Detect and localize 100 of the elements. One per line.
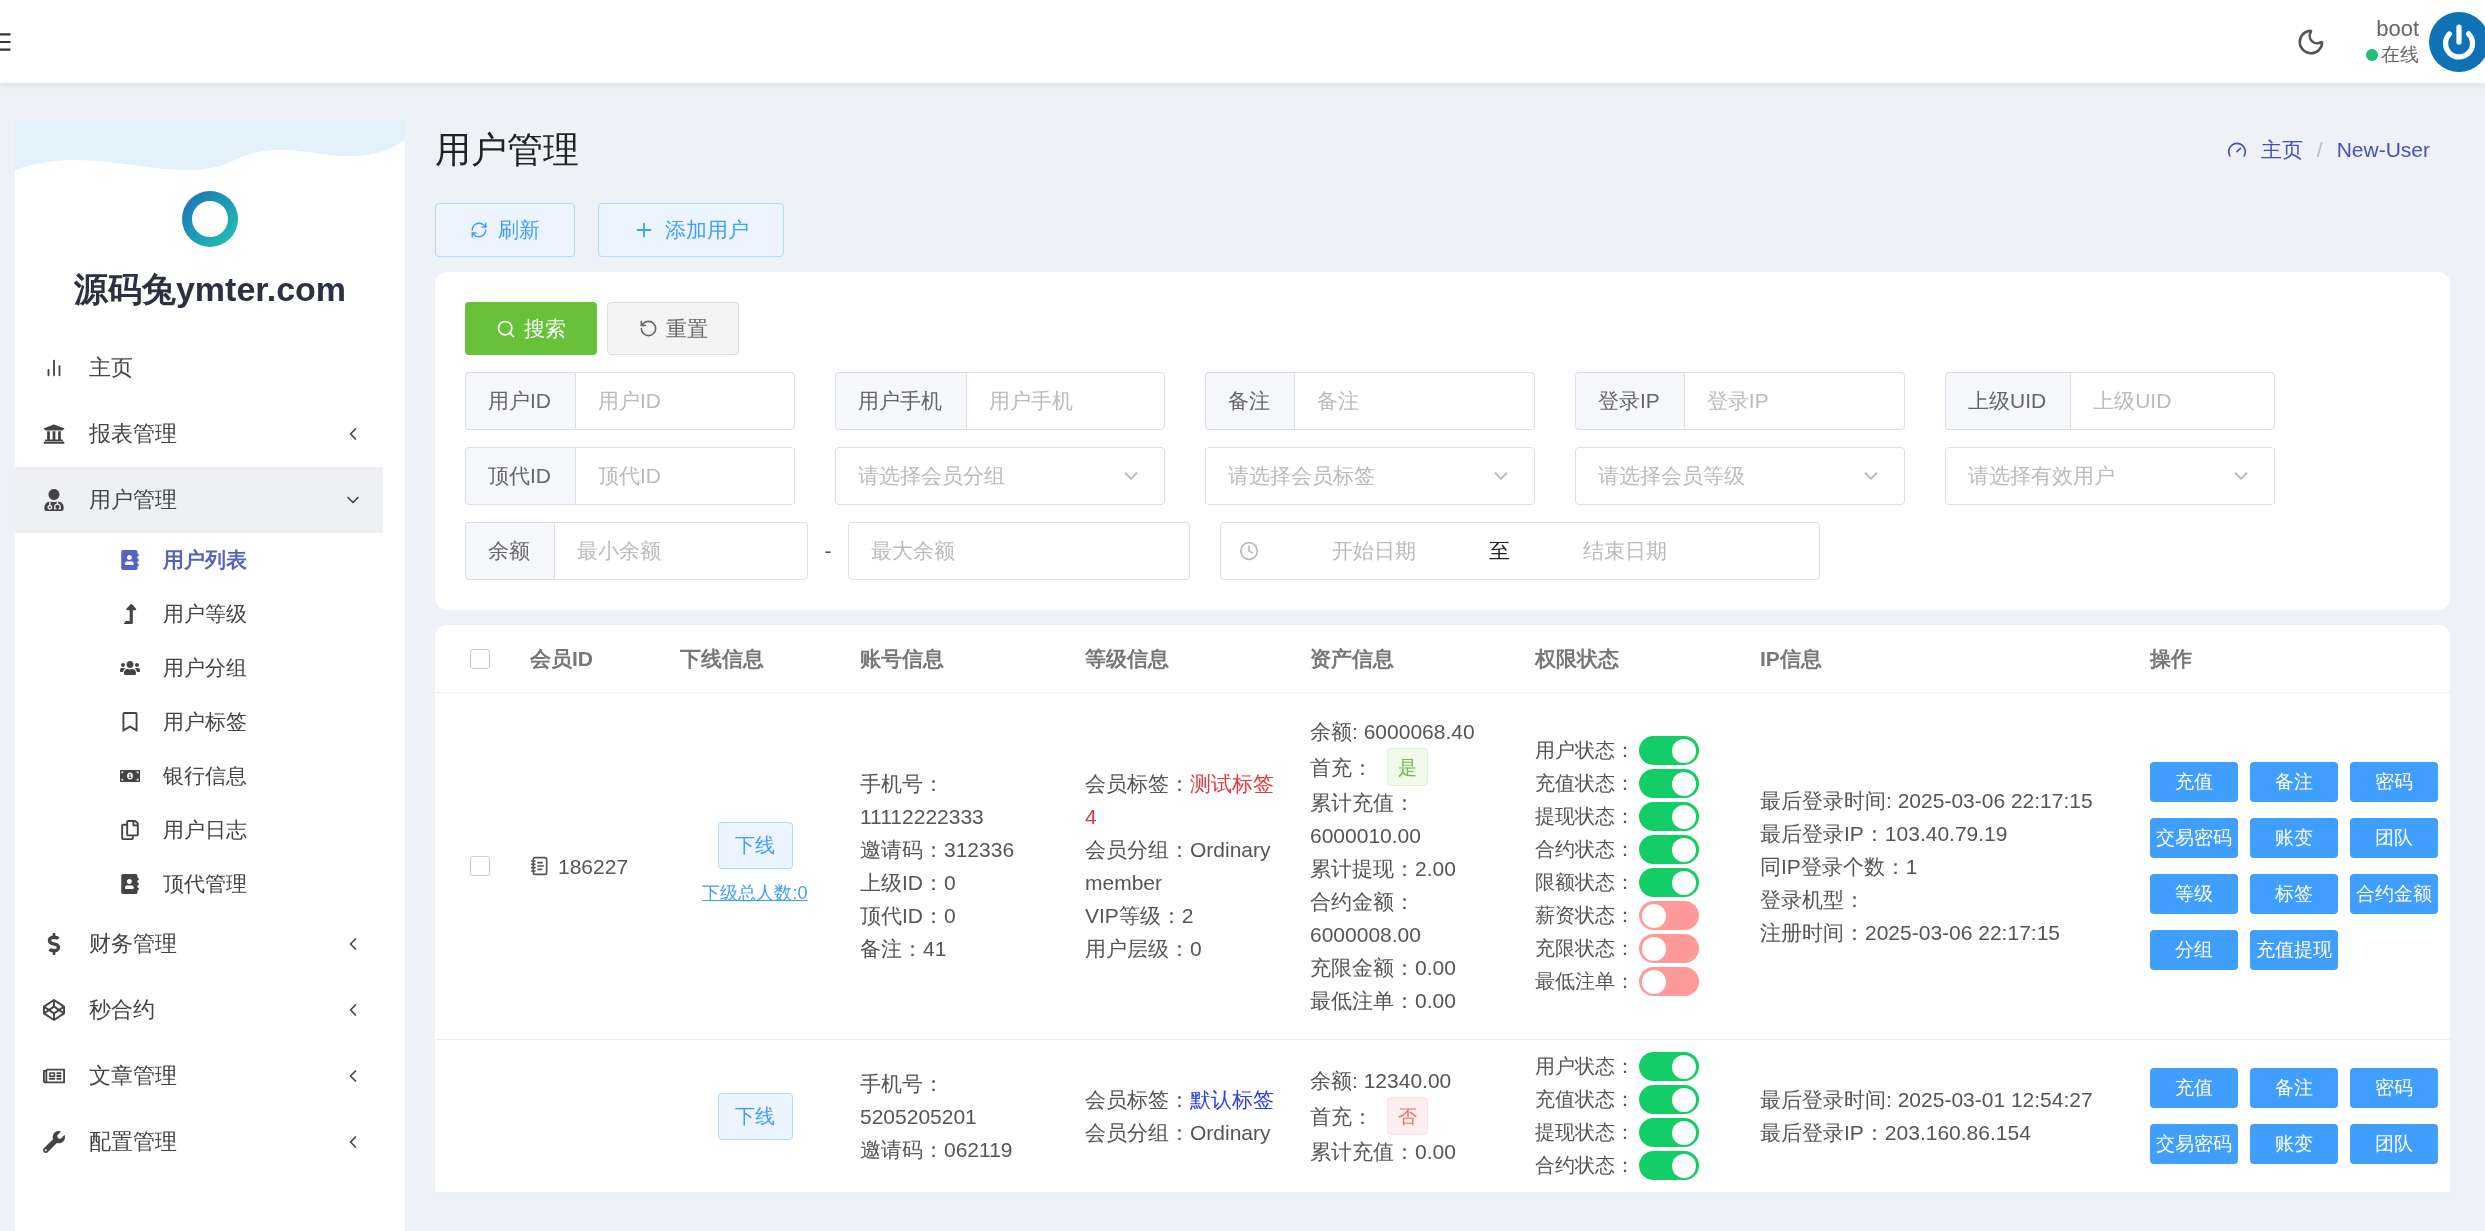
toggle-switch[interactable] bbox=[1639, 967, 1699, 996]
wrench-icon bbox=[43, 1131, 65, 1153]
select-field[interactable]: 请选择会员标签 bbox=[1205, 447, 1535, 505]
action-button[interactable]: 分组 bbox=[2150, 930, 2238, 970]
select-field[interactable]: 请选择有效用户 bbox=[1945, 447, 2275, 505]
action-button[interactable]: 密码 bbox=[2350, 1068, 2438, 1108]
member-tag-text: 会员标签：测试标签4 bbox=[1085, 771, 1275, 830]
search-button[interactable]: 搜索 bbox=[465, 302, 597, 355]
column-header: 会员ID bbox=[529, 645, 594, 672]
column-header: 下线信息 bbox=[679, 645, 765, 672]
downline-button[interactable]: 下线 bbox=[717, 822, 793, 869]
action-button[interactable]: 等级 bbox=[2150, 874, 2238, 914]
ip-info-text: 最后登录时间: 2025-03-01 12:54:27 bbox=[1760, 1087, 2094, 1113]
breadcrumb-link[interactable]: 主页 bbox=[2260, 136, 2303, 164]
action-button[interactable]: 团队 bbox=[2350, 818, 2438, 858]
toggle-switch[interactable] bbox=[1639, 1151, 1699, 1180]
page-title: 用户管理 bbox=[435, 127, 579, 172]
toggle-switch[interactable] bbox=[1639, 769, 1699, 798]
action-button[interactable]: 账变 bbox=[2250, 818, 2338, 858]
sidebar-subitem[interactable]: 用户标签 bbox=[15, 695, 405, 749]
action-button[interactable]: 备注 bbox=[2250, 762, 2338, 802]
input-field[interactable]: 最小余额 bbox=[554, 522, 808, 580]
field-label: 余额 bbox=[465, 522, 554, 580]
toggle-switch[interactable] bbox=[1639, 934, 1699, 963]
toggle-switch[interactable] bbox=[1639, 868, 1699, 897]
grade-info-text: VIP等级：2 bbox=[1085, 903, 1195, 929]
dashboard-icon bbox=[2226, 140, 2247, 160]
member-id: 186227 bbox=[558, 853, 629, 880]
action-button[interactable]: 交易密码 bbox=[2150, 818, 2238, 858]
ip-info-text: 最后登录IP：103.40.79.19 bbox=[1760, 820, 2009, 847]
online-dot-icon bbox=[2366, 48, 2378, 61]
ip-info-text: 登录机型： bbox=[1760, 886, 1866, 913]
input-field[interactable]: 登录IP bbox=[1683, 372, 1905, 430]
select-field[interactable]: 请选择会员等级 bbox=[1575, 447, 1905, 505]
action-button[interactable]: 充值 bbox=[2150, 1068, 2238, 1108]
date-range-field[interactable]: 开始日期 至 结束日期 bbox=[1220, 522, 1820, 580]
clock-icon bbox=[1239, 541, 1259, 561]
downline-count-link[interactable]: 下级总人数:0 bbox=[702, 877, 808, 910]
field-label: 备注 bbox=[1205, 372, 1294, 430]
action-button[interactable]: 交易密码 bbox=[2150, 1124, 2238, 1164]
action-button[interactable]: 标签 bbox=[2250, 874, 2338, 914]
user-icon bbox=[43, 489, 65, 511]
account-info-text: 手机号：5205205201 bbox=[860, 1070, 978, 1130]
input-field[interactable]: 顶代ID bbox=[575, 447, 795, 505]
first-charge-label: 首充： bbox=[1310, 1103, 1373, 1130]
refresh-icon bbox=[470, 221, 488, 239]
member-tag-text: 会员标签：默认标签 bbox=[1085, 1087, 1275, 1113]
toggle-switch[interactable] bbox=[1639, 1085, 1699, 1114]
ip-info-text: 注册时间：2025-03-06 22:17:15 bbox=[1760, 919, 2061, 946]
bank-icon bbox=[43, 423, 65, 445]
action-button[interactable]: 团队 bbox=[2350, 1124, 2438, 1164]
range-separator: - bbox=[823, 539, 833, 563]
bookmark-icon bbox=[120, 712, 140, 732]
toggle-switch[interactable] bbox=[1639, 736, 1699, 765]
input-field[interactable]: 上级UID bbox=[2070, 372, 2275, 430]
input-field[interactable]: 备注 bbox=[1294, 372, 1535, 430]
toggle-switch[interactable] bbox=[1639, 1052, 1699, 1081]
action-button[interactable]: 合约金额 bbox=[2350, 874, 2438, 914]
action-button[interactable]: 备注 bbox=[2250, 1068, 2338, 1108]
sidebar-subitem[interactable]: 用户等级 bbox=[15, 587, 405, 641]
asset-info-text: 最低注单：0.00 bbox=[1310, 988, 1457, 1014]
action-button[interactable]: 账变 bbox=[2250, 1124, 2338, 1164]
field-label: 顶代ID bbox=[465, 447, 575, 505]
toggle-switch[interactable] bbox=[1639, 835, 1699, 864]
toggle-switch[interactable] bbox=[1639, 1118, 1699, 1147]
breadcrumb-link[interactable]: New-User bbox=[2336, 138, 2430, 162]
add-button[interactable]: 添加用户 bbox=[598, 203, 784, 257]
asset-info-text: 累计提现：2.00 bbox=[1310, 856, 1457, 882]
contact-book-icon bbox=[120, 874, 140, 894]
users-icon bbox=[120, 658, 140, 678]
column-header: 操作 bbox=[2148, 645, 2193, 672]
checkbox[interactable] bbox=[470, 648, 490, 669]
sidebar-subitem[interactable]: 银行信息 bbox=[15, 749, 405, 803]
account-info-text: 邀请码：312336 bbox=[860, 837, 1016, 863]
asset-info-text: 累计充值：6000010.00 bbox=[1310, 790, 1422, 849]
input-field[interactable]: 最大余额 bbox=[848, 522, 1190, 580]
select-field[interactable]: 请选择会员分组 bbox=[835, 447, 1165, 505]
downline-button[interactable]: 下线 bbox=[717, 1092, 793, 1140]
action-button[interactable]: 密码 bbox=[2350, 762, 2438, 802]
input-field[interactable]: 用户手机 bbox=[966, 372, 1165, 430]
copy-icon bbox=[120, 820, 140, 840]
reset-button[interactable]: 重置 bbox=[607, 302, 739, 355]
toggle-switch[interactable] bbox=[1639, 901, 1699, 930]
sidebar-subitem[interactable]: 用户日志 bbox=[15, 803, 405, 857]
checkbox[interactable] bbox=[470, 856, 490, 876]
input-field[interactable]: 用户ID bbox=[575, 372, 795, 430]
sidebar-subitem[interactable]: 用户分组 bbox=[15, 641, 405, 695]
action-button[interactable]: 充值 bbox=[2150, 762, 2238, 802]
toggle-switch[interactable] bbox=[1639, 802, 1699, 831]
asset-info-text: 累计充值：0.00 bbox=[1310, 1139, 1457, 1165]
action-button[interactable]: 充值提现 bbox=[2250, 930, 2338, 970]
account-info-text: 备注：41 bbox=[860, 936, 948, 962]
asset-info-text: 余额: 12340.00 bbox=[1310, 1068, 1453, 1094]
contact-book-icon bbox=[120, 550, 140, 570]
sidebar-subitem[interactable]: 用户列表 bbox=[15, 533, 405, 587]
sidebar-subitem[interactable]: 顶代管理 bbox=[15, 857, 405, 911]
refresh-button[interactable]: 刷新 bbox=[435, 203, 575, 257]
account-info-text: 顶代ID：0 bbox=[860, 903, 957, 929]
asset-info-text: 合约金额：6000008.00 bbox=[1310, 889, 1422, 948]
sidebar-item[interactable]: 用户管理 bbox=[15, 467, 383, 533]
